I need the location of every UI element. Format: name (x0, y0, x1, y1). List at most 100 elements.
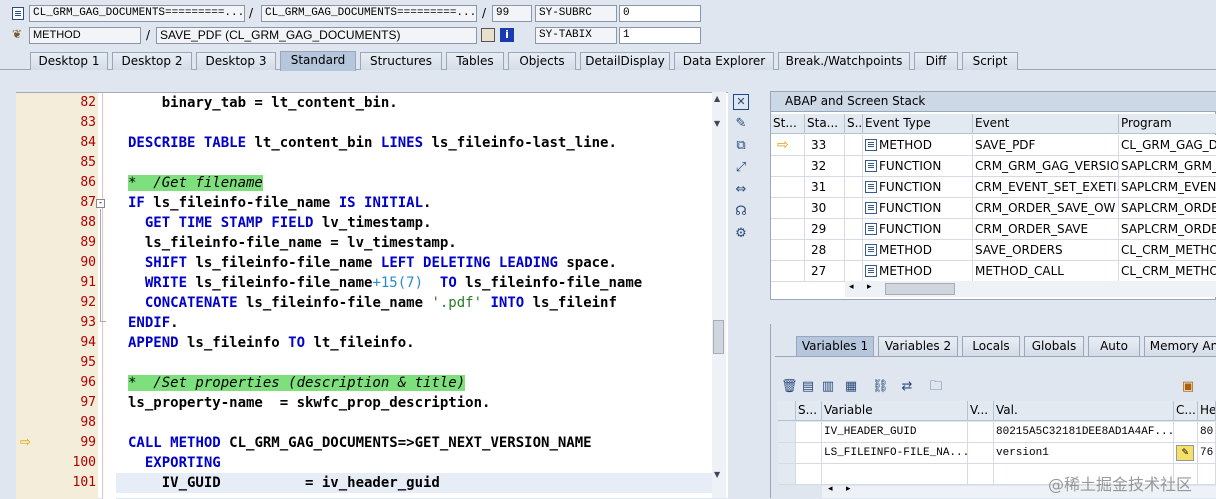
tab-standard[interactable]: Standard (280, 51, 356, 71)
variables-cell[interactable]: version1 (994, 443, 1174, 464)
stack-cell[interactable]: METHOD (863, 261, 973, 282)
horizontal-scrollbar[interactable]: ◂ ▸ (845, 281, 1216, 297)
stack-row-marker[interactable] (771, 219, 805, 240)
code-line[interactable] (116, 113, 714, 133)
delete-icon[interactable]: 🗑 (781, 379, 798, 395)
tab-script[interactable]: Script (962, 52, 1018, 70)
code-line[interactable] (116, 413, 714, 433)
stack-row-marker[interactable] (771, 198, 805, 219)
stack-cell[interactable] (845, 177, 863, 198)
variables-cell[interactable]: ✎ (1174, 443, 1198, 464)
stack-cell[interactable]: SAPLCRM_GRM_G (1119, 156, 1216, 177)
scroll-thumb[interactable] (713, 320, 724, 354)
stack-cell[interactable]: 31 (805, 177, 845, 198)
tab-desktop-2[interactable]: Desktop 2 (112, 52, 192, 70)
variables-column-header[interactable]: C... (1174, 401, 1198, 421)
stack-cell[interactable]: CRM_ORDER_SAVE (973, 219, 1119, 240)
hierarchy-icon[interactable]: ⛓ (872, 379, 889, 395)
variables-tab[interactable]: Memory An (1144, 336, 1216, 356)
scroll-left-icon[interactable]: ◂ (849, 282, 854, 292)
settings-icon[interactable]: ⚙ (733, 226, 749, 242)
tab-desktop-3[interactable]: Desktop 3 (196, 52, 276, 70)
stack-cell[interactable]: FUNCTION (863, 198, 973, 219)
import-icon[interactable]: ▤ (800, 379, 816, 395)
code-line[interactable]: ls_property-name = skwfc_prop_descriptio… (116, 393, 714, 413)
tab-structures[interactable]: Structures (360, 52, 442, 70)
scroll-up-icon[interactable]: ▲ (714, 94, 720, 103)
variables-column-header[interactable]: He (1198, 401, 1216, 421)
stack-cell[interactable]: SAPLCRM_ORDER_ (1119, 219, 1216, 240)
stack-cell[interactable] (845, 156, 863, 177)
variables-cell[interactable] (968, 422, 994, 443)
stack-row-marker[interactable]: ⇨ (771, 135, 805, 156)
stack-column-header[interactable]: Event Type (863, 114, 973, 134)
row-selector[interactable] (778, 464, 796, 485)
collapse-icon[interactable]: - (96, 199, 105, 208)
stack-column-header[interactable]: St... (771, 114, 805, 134)
stack-column-header[interactable]: S... (845, 114, 863, 134)
stack-cell[interactable]: CL_GRM_GAG_DO (1119, 135, 1216, 156)
stack-cell[interactable]: FUNCTION (863, 219, 973, 240)
event-field[interactable]: SAVE_PDF (CL_GRM_GAG_DOCUMENTS) (156, 27, 477, 44)
scroll-left-icon[interactable]: ◂ (828, 484, 833, 494)
code-area[interactable]: binary_tab = lt_content_bin. DESCRIBE TAB… (116, 93, 714, 499)
source-code-editor[interactable]: 82 83 84 85 86 87 88 89 90 91 92 93 94 95 96 97 98 99 100 1… (16, 92, 728, 499)
new-tool-icon[interactable]: ✎ (733, 116, 749, 132)
export-icon[interactable]: ▥ (820, 379, 836, 395)
scroll-down-icon[interactable]: ▼ (714, 119, 720, 128)
variables-tab[interactable]: Locals (962, 336, 1020, 356)
stack-cell[interactable] (845, 219, 863, 240)
stack-row-marker[interactable] (771, 261, 805, 282)
stack-cell[interactable]: 29 (805, 219, 845, 240)
tab-tables[interactable]: Tables (446, 52, 504, 70)
stack-cell[interactable]: 33 (805, 135, 845, 156)
variables-column-header[interactable]: Variable (822, 401, 968, 421)
variables-cell[interactable]: 76 (1198, 443, 1216, 464)
maximize-icon[interactable]: ⤢ (733, 160, 749, 176)
code-line[interactable]: * /Get filename (116, 173, 714, 193)
code-line[interactable]: IV_GUID = iv_header_guid (116, 473, 714, 493)
tab-desktop-1[interactable]: Desktop 1 (30, 52, 108, 70)
sy-value-1[interactable]: 0 (619, 5, 701, 22)
stack-cell[interactable]: METHOD (863, 135, 973, 156)
stack-cell[interactable]: 30 (805, 198, 845, 219)
headset-icon[interactable]: ☊ (733, 204, 749, 220)
variables-tab[interactable]: Variables 1 (796, 336, 874, 356)
variables-tab[interactable]: Auto (1088, 336, 1140, 356)
code-line[interactable]: WRITE ls_fileinfo-file_name+15(7) TO ls_… (116, 273, 714, 293)
variables-cell[interactable]: LS_FILEINFO-FILE_NA... (822, 443, 968, 464)
variables-cell[interactable]: 80215A5C32181DEE8AD1A4AF... (994, 422, 1174, 443)
info-icon[interactable]: i (500, 28, 514, 42)
tab-breakpoints[interactable]: Break./Watchpoints (778, 52, 910, 70)
folder-icon[interactable]: 🗀 (928, 379, 944, 395)
stack-row-marker[interactable] (771, 156, 805, 177)
code-line[interactable]: EXPORTING (116, 453, 714, 473)
sy-value-2[interactable]: 1 (619, 27, 701, 44)
code-line[interactable]: GET TIME STAMP FIELD lv_timestamp. (116, 213, 714, 233)
variables-column-header[interactable]: V... (968, 401, 994, 421)
stack-column-header[interactable]: Program (1119, 114, 1216, 134)
variables-cell[interactable] (968, 464, 994, 485)
event-type-field[interactable]: METHOD (29, 27, 141, 44)
stack-cell[interactable] (845, 198, 863, 219)
scroll-right-icon[interactable]: ▸ (846, 484, 851, 494)
stack-cell[interactable]: SAPLCRM_ORDER_ (1119, 198, 1216, 219)
code-line[interactable]: * /Set properties (description & title) (116, 373, 714, 393)
stack-cell[interactable]: 27 (805, 261, 845, 282)
stack-column-header[interactable]: Event (973, 114, 1119, 134)
scroll-right-icon[interactable]: ▸ (867, 282, 872, 292)
scroll-thumb[interactable] (885, 283, 955, 295)
code-line[interactable]: IF ls_fileinfo-file_name IS INITIAL. (116, 193, 714, 213)
tab-detail-display[interactable]: DetailDisplay (580, 52, 670, 70)
code-line[interactable] (116, 353, 714, 373)
stack-cell[interactable]: 28 (805, 240, 845, 261)
stack-cell[interactable] (845, 135, 863, 156)
stack-cell[interactable]: CL_CRM_METHOD (1119, 240, 1216, 261)
variables-cell[interactable] (1198, 464, 1216, 485)
code-line[interactable] (116, 153, 714, 173)
stack-column-header[interactable]: Sta... (805, 114, 845, 134)
stack-cell[interactable]: CRM_ORDER_SAVE_OW (973, 198, 1119, 219)
variables-cell[interactable]: 80 (1198, 422, 1216, 443)
code-line[interactable]: CONCATENATE ls_fileinfo-file_name '.pdf'… (116, 293, 714, 313)
floppy-icon[interactable]: ▣ (1180, 379, 1196, 395)
